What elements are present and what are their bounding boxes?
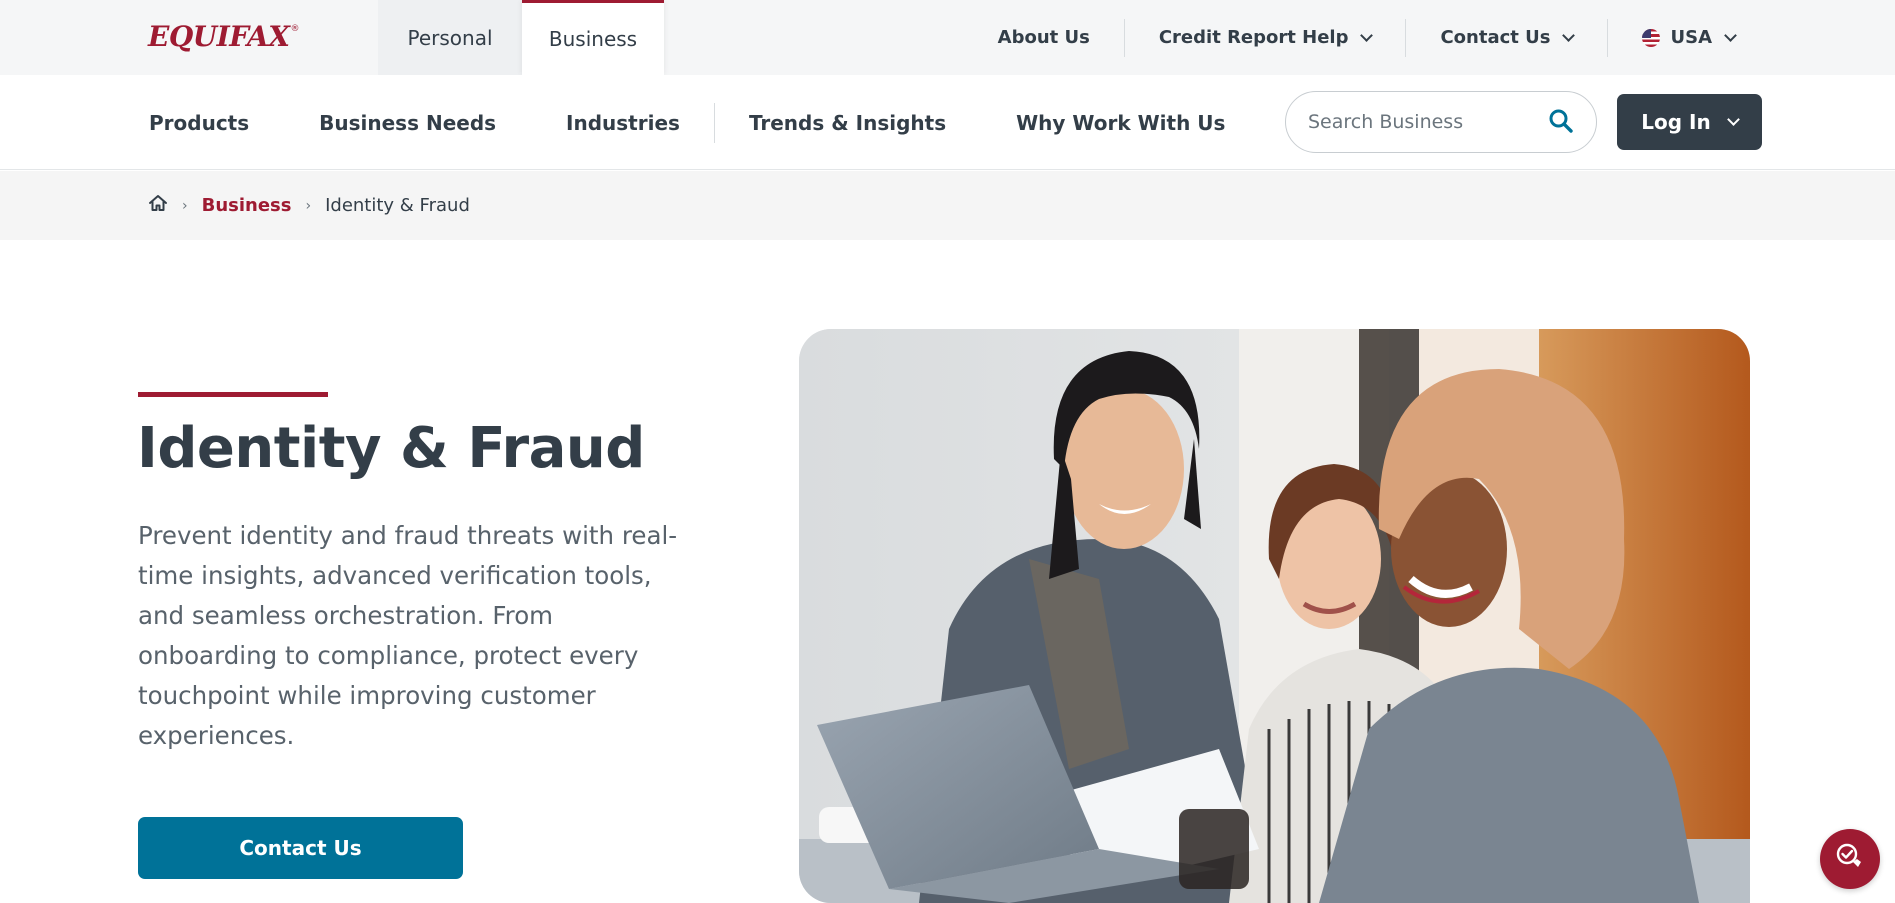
page-title: Identity & Fraud bbox=[137, 416, 645, 481]
credit-report-help-label: Credit Report Help bbox=[1158, 27, 1349, 48]
log-in-label: Log In bbox=[1641, 110, 1711, 134]
equifax-logo[interactable]: EQUIFAX ® bbox=[148, 19, 300, 53]
country-label: USA bbox=[1670, 27, 1712, 48]
search-box bbox=[1285, 91, 1597, 153]
logo-registered-mark: ® bbox=[290, 24, 300, 34]
main-nav-links: Products Business Needs Industries Trend… bbox=[149, 75, 1295, 170]
logo-text: EQUIFAX bbox=[148, 19, 290, 53]
about-us-label: About Us bbox=[997, 27, 1090, 48]
main-nav: Products Business Needs Industries Trend… bbox=[0, 75, 1895, 170]
breadcrumb-current: Identity & Fraud bbox=[325, 195, 470, 216]
chevron-down-icon bbox=[1724, 28, 1737, 42]
chevron-down-icon bbox=[1562, 28, 1576, 42]
nav-item-why-work-with-us[interactable]: Why Work With Us bbox=[1016, 111, 1225, 135]
title-accent-bar bbox=[138, 392, 328, 397]
home-icon[interactable] bbox=[148, 194, 168, 217]
segment-tab-personal[interactable]: Personal bbox=[378, 0, 522, 75]
breadcrumb-bar: › Business › Identity & Fraud bbox=[0, 171, 1895, 240]
segment-tab-business-label: Business bbox=[548, 27, 638, 51]
hero-photo-illustration bbox=[799, 329, 1750, 903]
contact-us-label: Contact Us bbox=[1440, 27, 1551, 48]
chevron-down-icon bbox=[1726, 113, 1740, 126]
breadcrumb-separator: › bbox=[305, 197, 312, 214]
nav-item-industries[interactable]: Industries bbox=[566, 111, 680, 135]
utility-nav: About Us Credit Report Help Contact Us U… bbox=[964, 0, 1747, 75]
log-in-button[interactable]: Log In bbox=[1617, 94, 1762, 150]
contact-us-menu[interactable]: Contact Us bbox=[1405, 18, 1607, 57]
segment-tab-personal-label: Personal bbox=[407, 25, 493, 50]
contact-us-button-label: Contact Us bbox=[239, 836, 362, 860]
search-icon[interactable] bbox=[1548, 108, 1576, 136]
chat-help-icon bbox=[1833, 840, 1867, 878]
contact-us-button[interactable]: Contact Us bbox=[138, 817, 463, 879]
about-us-link[interactable]: About Us bbox=[964, 19, 1124, 57]
search-input[interactable] bbox=[1308, 111, 1548, 133]
credit-report-help-menu[interactable]: Credit Report Help bbox=[1123, 18, 1406, 57]
hero-image bbox=[799, 329, 1750, 903]
nav-item-trends-insights[interactable]: Trends & Insights bbox=[749, 111, 946, 135]
chat-help-button[interactable] bbox=[1820, 829, 1880, 889]
nav-item-business-needs[interactable]: Business Needs bbox=[319, 111, 496, 135]
utility-bar: EQUIFAX ® Personal Business About Us Cre… bbox=[0, 0, 1895, 75]
hero-description: Prevent identity and fraud threats with … bbox=[138, 521, 678, 750]
breadcrumb-separator: › bbox=[182, 197, 188, 214]
us-flag-icon bbox=[1642, 28, 1661, 47]
nav-divider bbox=[713, 102, 715, 143]
country-selector[interactable]: USA bbox=[1607, 18, 1747, 57]
chevron-down-icon bbox=[1360, 28, 1374, 42]
segment-tab-business[interactable]: Business bbox=[522, 0, 664, 75]
breadcrumb: › Business › Identity & Fraud bbox=[148, 171, 470, 240]
nav-item-products[interactable]: Products bbox=[149, 111, 249, 135]
breadcrumb-link-business[interactable]: Business bbox=[202, 195, 292, 216]
